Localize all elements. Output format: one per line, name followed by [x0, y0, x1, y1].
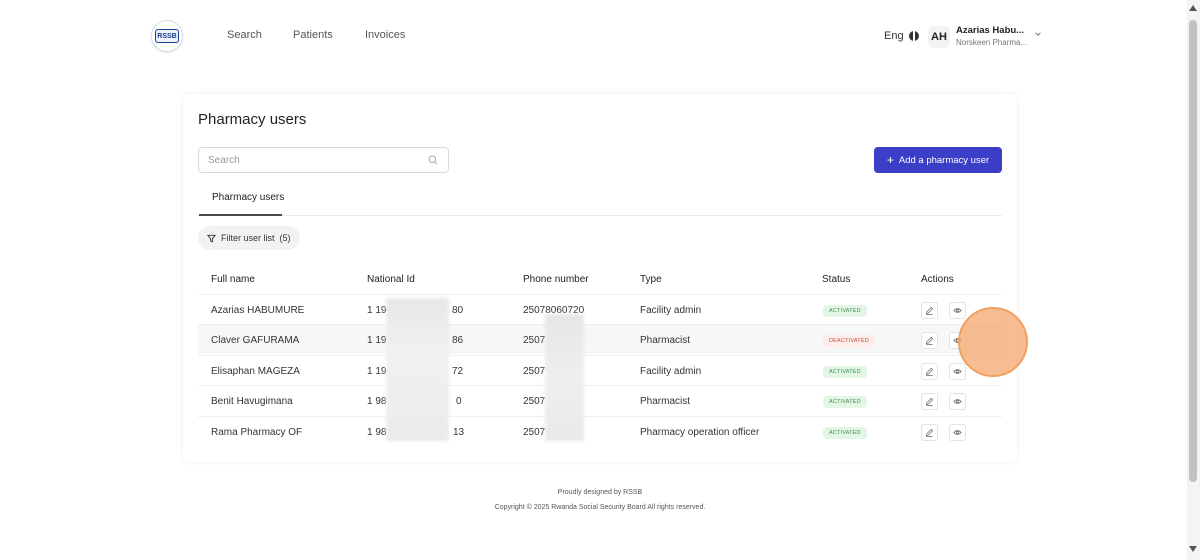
add-pharmacy-user-button[interactable]: + Add a pharmacy user: [874, 147, 1002, 173]
table-row: Rama Pharmacy OF 1 98 13 2507 Pharmacy o…: [198, 416, 1002, 446]
search-box[interactable]: [198, 147, 449, 173]
nav-invoices[interactable]: Invoices: [365, 29, 405, 41]
scroll-up-arrow-icon[interactable]: [1189, 5, 1197, 11]
cell-national-id-end: 86: [452, 335, 464, 346]
plus-icon: +: [886, 153, 894, 167]
chevron-down-icon[interactable]: [1034, 30, 1042, 38]
column-phone-number: Phone number: [523, 274, 589, 285]
cell-national-id-end: 72: [452, 366, 464, 377]
scrollbar-thumb[interactable]: [1189, 20, 1197, 482]
edit-button[interactable]: [921, 302, 938, 319]
logo-text: RSSB: [155, 29, 179, 43]
cell-phone: 2507: [523, 396, 546, 407]
eye-icon: [953, 430, 962, 435]
pencil-icon: [925, 367, 934, 376]
column-national-id: National Id: [367, 274, 415, 285]
pencil-icon: [925, 306, 934, 315]
filter-count: (5): [279, 233, 291, 243]
redaction-blur-national-id: [386, 298, 449, 441]
cell-type: Facility admin: [640, 366, 702, 377]
cell-national-id-end: 80: [452, 305, 464, 316]
active-tab-indicator: [199, 214, 282, 216]
edit-button[interactable]: [921, 393, 938, 410]
cell-phone: 2507: [523, 427, 546, 438]
cell-full-name: Claver GAFURAMA: [211, 335, 300, 346]
user-organization: Norskeen Pharma...: [956, 38, 1028, 47]
cell-type: Pharmacist: [640, 335, 691, 346]
globe-icon: [908, 31, 919, 41]
search-input[interactable]: [199, 148, 409, 172]
cell-full-name: Benit Havugimana: [211, 396, 293, 407]
cell-type: Pharmacist: [640, 396, 691, 407]
table-row: Elisaphan MAGEZA 1 19 72 2507 Facility a…: [198, 355, 1002, 385]
page: RSSB Search Patients Invoices Eng AH Aza…: [0, 0, 1200, 560]
eye-icon: [953, 399, 962, 404]
edit-button[interactable]: [921, 424, 938, 441]
cell-full-name: Elisaphan MAGEZA: [211, 366, 300, 377]
footer-copyright: Copyright © 2025 Rwanda Social Security …: [494, 504, 706, 511]
column-type: Type: [640, 274, 662, 285]
column-full-name: Full name: [211, 274, 255, 285]
view-button[interactable]: [949, 393, 966, 410]
language-switcher[interactable]: Eng: [884, 30, 919, 42]
cell-full-name: Rama Pharmacy OF: [211, 427, 303, 438]
pencil-icon: [925, 428, 934, 437]
add-button-label: Add a pharmacy user: [898, 154, 990, 166]
view-button[interactable]: [949, 302, 966, 319]
cell-phone: 2507: [523, 335, 546, 346]
cell-type: Pharmacy operation officer: [640, 427, 760, 438]
cell-national-id: 1 98: [367, 427, 387, 438]
column-actions: Actions: [921, 274, 954, 285]
cell-full-name: Azarias HABUMUREMY: [211, 305, 305, 316]
tab-divider: [198, 215, 1002, 216]
view-button[interactable]: [949, 424, 966, 441]
pharmacy-users-card: Pharmacy users + Add a pharmacy user Pha…: [183, 94, 1017, 462]
pencil-icon: [925, 336, 934, 345]
cell-type: Facility admin: [640, 305, 702, 316]
redaction-blur-phone: [545, 314, 584, 441]
status-badge: ACTIVATED: [823, 396, 867, 408]
avatar[interactable]: AH: [928, 26, 950, 48]
table-row: Claver GAFURAMA 1 19 86 2507 Pharmacist …: [198, 324, 1002, 354]
filter-icon: [207, 234, 216, 243]
table-row: Benit Havugimana 1 98 0 2507 Pharmacist …: [198, 385, 1002, 415]
edit-button[interactable]: [921, 332, 938, 349]
status-badge: DEACTIVATED: [823, 335, 875, 347]
scroll-down-arrow-icon[interactable]: [1189, 546, 1197, 552]
eye-icon: [953, 369, 962, 374]
status-badge: ACTIVATED: [823, 366, 867, 378]
cell-national-id: 1 19: [367, 366, 387, 377]
cell-phone: 2507: [523, 366, 546, 377]
cell-national-id: 1 98: [367, 396, 387, 407]
cell-national-id: 1 19: [367, 335, 387, 346]
click-indicator: [958, 307, 1028, 377]
page-title: Pharmacy users: [198, 111, 307, 128]
eye-icon: [953, 308, 962, 313]
pencil-icon: [925, 397, 934, 406]
filter-user-list-button[interactable]: Filter user list (5): [198, 226, 300, 250]
view-button[interactable]: [949, 363, 966, 380]
language-label: Eng: [884, 30, 904, 42]
nav-search[interactable]: Search: [227, 29, 262, 41]
column-status: Status: [822, 274, 851, 285]
nav-patients[interactable]: Patients: [293, 29, 333, 41]
rssb-logo[interactable]: RSSB: [151, 20, 183, 52]
tab-pharmacy-users[interactable]: Pharmacy users: [212, 192, 284, 203]
cell-national-id-end: 0: [456, 396, 462, 407]
edit-button[interactable]: [921, 363, 938, 380]
footer-designed-by: Proudly designed by RSSB: [557, 489, 643, 496]
cell-national-id: 1 19: [367, 305, 387, 316]
search-icon: [428, 155, 438, 165]
cell-national-id-end: 13: [453, 427, 465, 438]
status-badge: ACTIVATED: [823, 305, 867, 317]
status-badge: ACTIVATED: [823, 427, 867, 439]
table-row: Azarias HABUMUREMY 1 19 80 25078060720 F…: [198, 294, 1002, 324]
user-name[interactable]: Azarias Habu...: [956, 25, 1030, 36]
filter-label: Filter user list: [221, 233, 275, 243]
